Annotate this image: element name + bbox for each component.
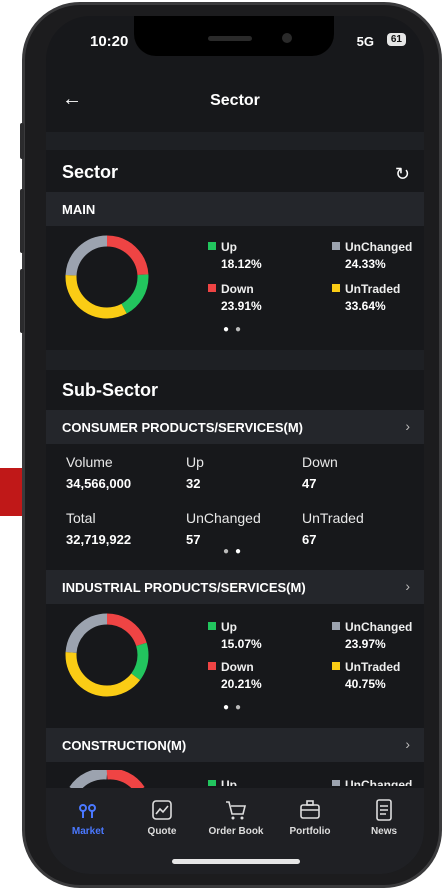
stat-total: Total 32,719,922 <box>66 510 132 547</box>
tab-news-label: News <box>370 826 398 837</box>
consumer-bar[interactable]: CONSUMER PRODUCTS/SERVICES(M) › <box>46 410 424 444</box>
document-icon <box>376 799 392 821</box>
main-legend-unchanged: UnChanged 24.33% <box>332 238 424 271</box>
construction-label: CONSTRUCTION(M) <box>62 738 187 753</box>
phone-volume-up-button <box>20 189 24 253</box>
stat-untraded: UnTraded 67 <box>302 510 364 547</box>
stat-up: Up 32 <box>186 454 204 491</box>
divider <box>46 350 424 370</box>
chevron-right-icon[interactable]: › <box>405 578 410 594</box>
cart-icon <box>226 801 247 820</box>
home-indicator[interactable] <box>172 859 300 864</box>
network-indicator: 5G <box>356 34 374 49</box>
tab-quote[interactable]: Quote <box>124 798 200 837</box>
page-dots[interactable]: ●● <box>46 702 424 713</box>
tab-portfolio[interactable]: Portfolio <box>272 798 348 837</box>
subsector-title: Sub-Sector <box>62 380 159 400</box>
bottom-tab-bar: Market Quote Order Book Portfolio News <box>46 788 424 874</box>
status-time: 10:20 <box>90 33 129 50</box>
industrial-donut-chart[interactable] <box>64 612 150 698</box>
industrial-legend-up: Up 15.07% <box>208 618 328 651</box>
stat-unchanged: UnChanged 57 <box>186 510 261 547</box>
tab-portfolio-label: Portfolio <box>289 826 331 837</box>
app-header: ← Sector <box>46 80 424 124</box>
tab-order-book-label: Order Book <box>208 826 264 837</box>
tab-order-book[interactable]: Order Book <box>198 798 274 837</box>
tab-quote-label: Quote <box>147 826 177 837</box>
tab-market[interactable]: Market <box>50 798 126 837</box>
page-dots[interactable]: ●● <box>46 546 424 557</box>
app-screen: 10:20 5G 61 ← Sector Sector ↻ MAIN Up 18… <box>46 16 424 874</box>
notch <box>134 16 334 56</box>
phone-mute-button <box>20 123 24 159</box>
page-title: Sector <box>210 92 260 109</box>
main-legend-untraded: UnTraded 33.64% <box>332 280 424 313</box>
construction-legend-unchanged: UnChanged <box>332 776 424 786</box>
main-legend-down: Down 23.91% <box>208 280 328 313</box>
industrial-label: INDUSTRIAL PRODUCTS/SERVICES(M) <box>62 580 306 595</box>
construction-bar[interactable]: CONSTRUCTION(M) › <box>46 728 424 762</box>
construction-legend-up: Up <box>208 776 328 786</box>
main-donut-chart[interactable] <box>64 234 150 320</box>
main-legend-up: Up 18.12% <box>208 238 328 271</box>
stat-down: Down 47 <box>302 454 338 491</box>
sector-title: Sector <box>62 162 119 182</box>
industrial-legend-unchanged: UnChanged 23.97% <box>332 618 424 651</box>
phone-volume-down-button <box>20 269 24 333</box>
market-icon <box>79 804 96 818</box>
battery-indicator: 61 <box>386 33 406 46</box>
main-label: MAIN <box>62 202 96 217</box>
tab-market-label: Market <box>71 826 105 837</box>
chart-icon <box>152 800 172 820</box>
construction-donut-chart[interactable] <box>64 770 150 790</box>
refresh-icon[interactable]: ↻ <box>395 164 410 185</box>
consumer-label: CONSUMER PRODUCTS/SERVICES(M) <box>62 420 304 435</box>
chevron-right-icon[interactable]: › <box>405 418 410 434</box>
stat-volume: Volume 34,566,000 <box>66 454 132 491</box>
main-bar: MAIN <box>46 192 424 226</box>
page-dots[interactable]: ●● <box>46 324 424 335</box>
chevron-right-icon[interactable]: › <box>405 736 410 752</box>
industrial-bar[interactable]: INDUSTRIAL PRODUCTS/SERVICES(M) › <box>46 570 424 604</box>
industrial-legend-down: Down 20.21% <box>208 658 328 691</box>
tab-news[interactable]: News <box>346 798 422 837</box>
industrial-legend-untraded: UnTraded 40.75% <box>332 658 424 691</box>
divider <box>46 132 424 150</box>
briefcase-icon <box>300 800 320 819</box>
